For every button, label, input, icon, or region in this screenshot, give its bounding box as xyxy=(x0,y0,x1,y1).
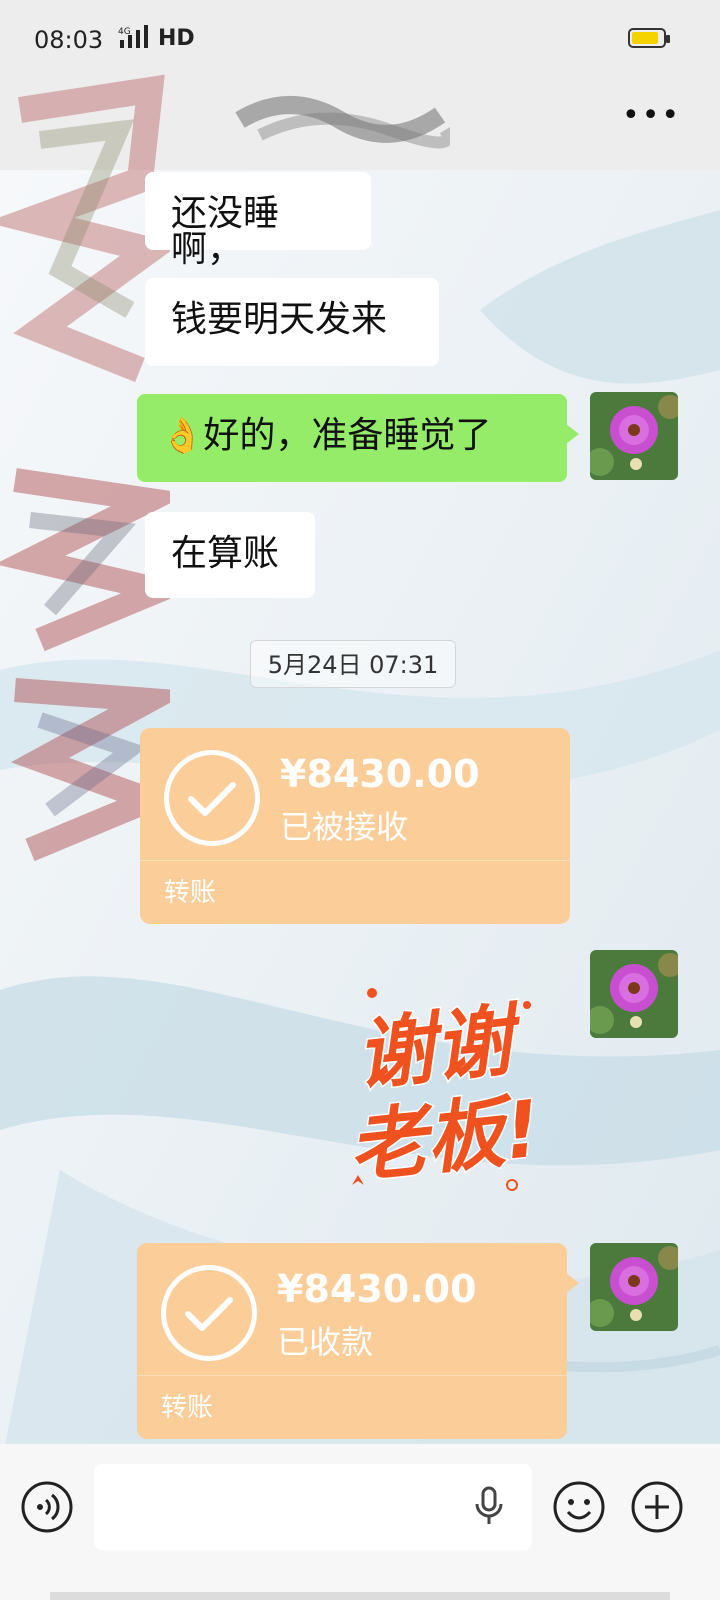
message-text: 钱要明天发来 xyxy=(171,299,388,340)
timestamp: 5月24日 07:31 xyxy=(250,640,456,688)
divider xyxy=(140,860,570,861)
cellular-signal-icon: 4G xyxy=(118,24,156,54)
microphone-icon[interactable] xyxy=(472,1486,506,1530)
message-input[interactable] xyxy=(94,1464,532,1550)
transfer-label: 转账 xyxy=(161,1393,214,1423)
sticker-text-line1: 谢谢 xyxy=(352,995,527,1102)
transfer-amount: ¥8430.00 xyxy=(280,752,480,796)
transfer-status: 已收款 xyxy=(277,1323,374,1361)
redacted-contact-name xyxy=(235,96,450,149)
navigation-bar xyxy=(50,1592,670,1600)
transfer-amount: ¥8430.00 xyxy=(277,1267,477,1311)
check-circle-icon xyxy=(161,1265,257,1361)
transfer-label: 转账 xyxy=(164,878,217,908)
transfer-card-outgoing[interactable]: ¥8430.00 已收款 转账 xyxy=(137,1243,579,1439)
message-bubble-incoming[interactable]: 还没睡啊， xyxy=(145,172,371,268)
sticker-text-line2: 老板! xyxy=(344,1084,544,1194)
message-text: 在算账 xyxy=(171,533,280,574)
transfer-status: 已被接收 xyxy=(280,808,409,846)
plus-icon[interactable] xyxy=(630,1480,684,1538)
ok-hand-emoji: 👌 xyxy=(161,416,204,456)
avatar[interactable] xyxy=(590,950,678,1038)
message-text: 好的，准备睡觉了 xyxy=(203,415,492,456)
status-time: 08:03 xyxy=(34,26,104,54)
status-bar: 08:03 4G HD xyxy=(0,0,720,80)
battery-icon xyxy=(628,28,670,48)
message-bubble-incoming[interactable]: 在算账 xyxy=(145,512,315,598)
avatar[interactable] xyxy=(590,1243,678,1331)
message-bubble-incoming[interactable]: 钱要明天发来 xyxy=(145,278,439,366)
hd-voice-label: HD xyxy=(158,26,195,51)
thank-you-sticker[interactable]: 谢谢 老板! xyxy=(312,975,562,1205)
emoji-icon[interactable] xyxy=(552,1480,606,1538)
message-bubble-outgoing[interactable]: 👌好的，准备睡觉了 xyxy=(137,394,579,482)
voice-icon[interactable] xyxy=(20,1480,74,1538)
avatar[interactable] xyxy=(590,392,678,480)
divider xyxy=(137,1375,567,1376)
check-circle-icon xyxy=(164,750,260,846)
more-options-icon[interactable]: ••• xyxy=(622,98,681,133)
transfer-card-incoming[interactable]: ¥8430.00 已被接收 转账 xyxy=(140,728,570,924)
